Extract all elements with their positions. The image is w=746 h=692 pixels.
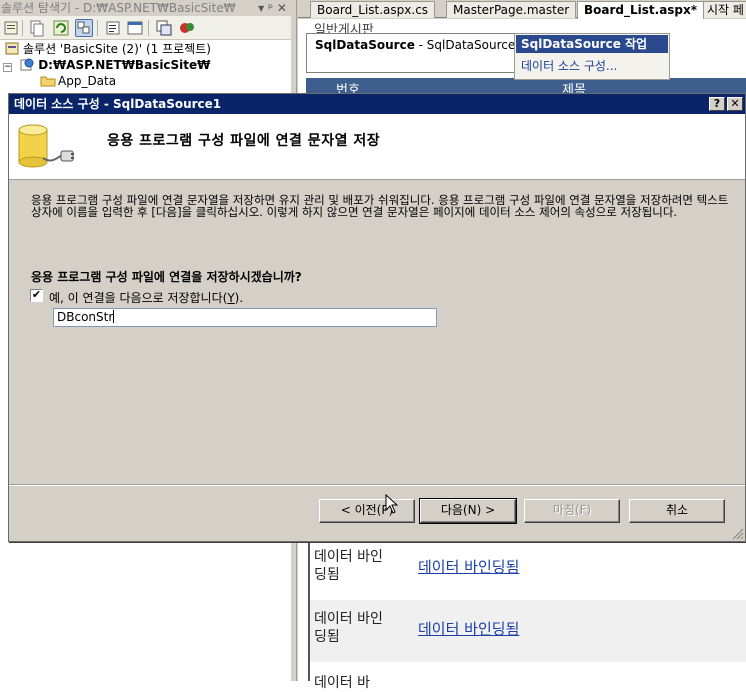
tree-item-app-data[interactable]: App_Data [40,73,116,90]
solution-icon [5,42,19,55]
close-button[interactable]: ✕ [727,97,743,111]
resize-grip-icon[interactable] [732,528,744,540]
view-code-icon[interactable] [104,19,122,37]
next-button[interactable]: 다음(N) > [419,498,517,524]
databound-link[interactable]: 데이터 바인딩됨 [418,618,519,639]
table-row: 데이터 바인딩됨 데이터 바인딩됨 [310,600,746,662]
help-button[interactable]: ? [709,97,725,111]
dialog-title: 데이터 소스 구성 - SqlDataSource1 [14,97,222,111]
tab-start-page[interactable]: 시작 페 [700,1,746,18]
text-caret [113,310,115,323]
dialog-separator [9,484,745,486]
tab-board-list-cs[interactable]: Board_List.aspx.cs [310,1,436,18]
dialog-title-bar[interactable]: 데이터 소스 구성 - SqlDataSource1 [9,94,745,114]
collapse-toggle-icon[interactable]: − [3,63,12,72]
show-all-files-icon[interactable] [28,19,46,37]
save-question: 응용 프로그램 구성 파일에 연결을 저장하시겠습니까? [31,270,302,284]
previous-button[interactable]: < 이전(P) [319,499,415,523]
dialog-header: 응용 프로그램 구성 파일에 연결 문자열 저장 [9,114,745,180]
refresh-icon[interactable] [52,19,70,37]
app-data-label: App_Data [58,74,117,88]
sqldatasource-control[interactable]: SqlDataSource - SqlDataSource1 [306,33,523,73]
tab-masterpage[interactable]: MasterPage.master [446,1,577,18]
tree-item-website[interactable]: − D:₩ASP.NET₩BasicSite₩ [3,57,210,74]
databound-link[interactable]: 데이터 바인딩됨 [418,556,519,577]
databound-cell: 데이터 바인딩됨 [314,611,383,645]
smart-tag-panel: SqlDataSource 작업 데이터 소스 구성... [514,33,670,80]
smart-tag-title: SqlDataSource 작업 [516,35,668,53]
website-globe-icon [20,58,34,71]
dialog-description: 응용 프로그램 구성 파일에 연결 문자열을 저장하면 유지 관리 및 배포가 … [31,193,729,219]
tab-board-list-aspx[interactable]: Board_List.aspx* [577,1,705,19]
save-connection-checkbox[interactable]: ✔ [30,289,43,302]
databound-cell: 데이터 바 [314,675,370,691]
solution-explorer-title: 솔루션 탐색기 - D:₩ASP.NET₩BasicSite₩ ▾ ᵖ ✕ [0,0,291,16]
configure-data-source-link[interactable]: 데이터 소스 구성... [521,57,617,74]
panel-window-controls[interactable]: ▾ ᵖ ✕ [258,0,287,16]
folder-icon [40,74,56,87]
view-designer-icon[interactable] [126,19,144,37]
tree-item-solution[interactable]: 솔루션 'BasicSite (2)' (1 프로젝트) [5,41,211,58]
dialog-heading: 응용 프로그램 구성 파일에 연결 문자열 저장 [107,133,381,149]
mouse-pointer-icon [385,493,399,514]
cancel-button[interactable]: 취소 [629,499,725,523]
table-row: 데이터 바 [310,662,746,691]
nest-related-icon[interactable] [75,19,93,37]
solution-explorer-toolbar [0,16,291,40]
connection-string-name-input[interactable]: DBconStr [53,308,437,327]
finish-button[interactable]: 마침(F) [524,499,620,523]
solution-label: 솔루션 'BasicSite (2)' (1 프로젝트) [23,42,211,56]
properties-icon[interactable] [2,19,20,37]
website-label: D:₩ASP.NET₩BasicSite₩ [38,58,211,72]
copy-website-icon[interactable] [155,19,173,37]
database-connection-icon [15,122,75,174]
sqldatasource-label: SqlDataSource - SqlDataSource1 [315,38,523,52]
save-connection-label[interactable]: 예, 이 연결을 다음으로 저장합니다(Y). [49,289,243,306]
asp-config-icon[interactable] [178,19,196,37]
solution-explorer-title-text: 솔루션 탐색기 - D:₩ASP.NET₩BasicSite₩ [1,1,236,15]
configure-data-source-dialog: 데이터 소스 구성 - SqlDataSource1 ? ✕ 응용 프로그램 구… [8,93,746,542]
databound-cell: 데이터 바인딩됨 [314,549,383,583]
table-row: 데이터 바인딩됨 데이터 바인딩됨 [310,538,746,600]
